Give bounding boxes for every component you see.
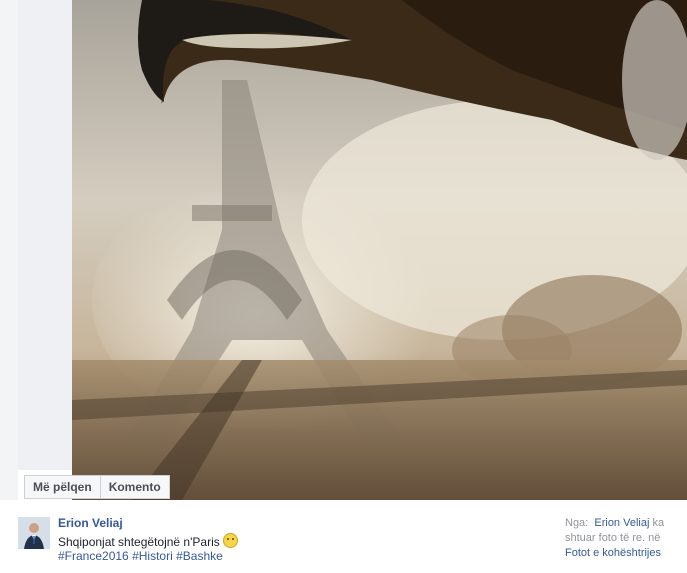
hashtag-link[interactable]: #Bashke <box>176 549 223 563</box>
source-in: në <box>648 532 661 544</box>
profile-photo-icon <box>18 517 50 549</box>
eagle-paris-image <box>72 0 687 500</box>
post-actions: Më pëlqen Komento <box>24 475 170 499</box>
source-author-link[interactable]: Erion Veliaj <box>594 517 649 529</box>
post-photo[interactable] <box>72 0 687 500</box>
like-button[interactable]: Më pëlqen <box>24 475 101 499</box>
hashtags: #France2016 #Histori #Bashke <box>58 549 223 563</box>
post-author[interactable]: Erion Veliaj <box>58 516 123 530</box>
left-margin <box>0 0 18 500</box>
album-link[interactable]: Fotot e kohështrijes <box>565 547 661 559</box>
avatar[interactable] <box>18 517 50 549</box>
photo-source-info: Nga: Erion Veliaj ka shtuar foto të re. … <box>565 516 687 568</box>
comment-button[interactable]: Komento <box>100 475 170 499</box>
left-margin-inner <box>18 0 72 470</box>
source-label: Nga: <box>565 517 589 529</box>
smiley-icon <box>222 533 238 548</box>
hashtag-link[interactable]: #France2016 <box>58 549 129 563</box>
hashtag-link[interactable]: #Histori <box>132 549 173 563</box>
caption-text: Shqiponjat shtegëtojnë n'Paris <box>58 535 220 549</box>
post-caption: Shqiponjat shtegëtojnë n'Paris <box>58 533 238 549</box>
source-text-2: foto të re. <box>595 532 649 544</box>
